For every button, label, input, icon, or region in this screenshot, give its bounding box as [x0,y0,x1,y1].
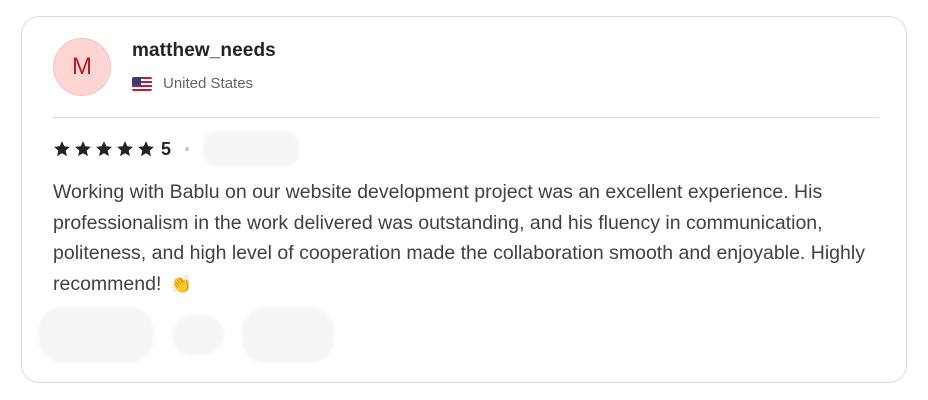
avatar-initial: M [72,53,92,80]
clapping-hands-icon: 👏 [170,274,192,295]
star-icon [53,140,71,158]
action-placeholder [242,307,334,363]
action-placeholder [172,315,224,355]
review-card: M matthew_needs United States 5 Working … [21,16,907,383]
star-rating [53,140,155,158]
star-icon [74,140,92,158]
us-flag-icon [132,76,152,91]
action-placeholder [38,307,154,363]
star-icon [116,140,134,158]
star-icon [95,140,113,158]
avatar[interactable]: M [53,38,111,96]
country-label: United States [163,75,254,92]
separator-dot [185,147,190,151]
rating-value: 5 [161,138,172,159]
divider [53,117,879,118]
date-placeholder [203,131,300,167]
star-icon [137,140,155,158]
review-actions [38,307,334,363]
reviewer-country: United States [132,75,253,92]
reviewer-username[interactable]: matthew_needs [132,40,276,62]
review-text: Working with Bablu on our website develo… [53,177,888,300]
rating-row: 5 [53,131,300,167]
